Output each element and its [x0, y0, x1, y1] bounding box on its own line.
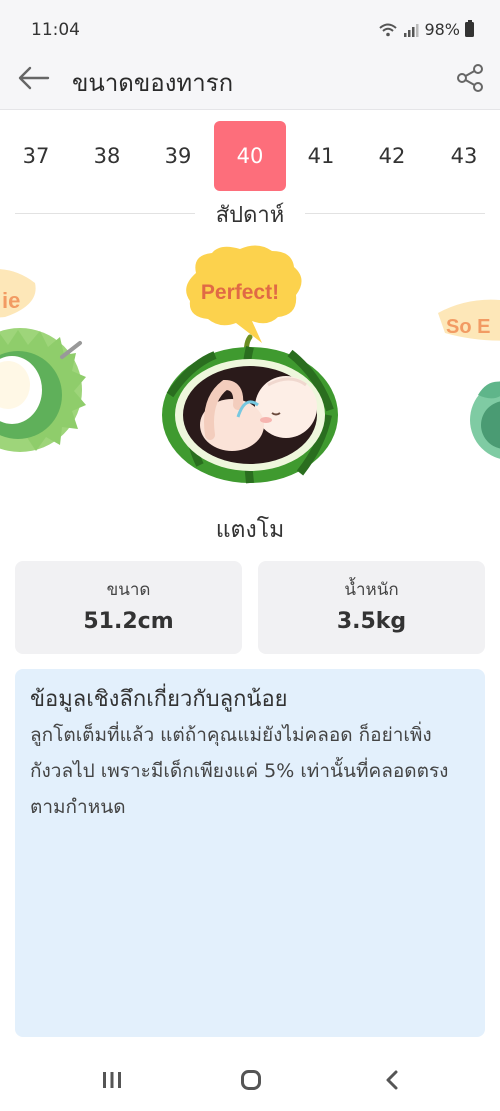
watermelon-baby-illustration [162, 334, 338, 484]
status-icons: 98% [378, 20, 474, 39]
back-button[interactable] [16, 62, 52, 94]
home-icon [241, 1070, 261, 1090]
battery-icon [465, 20, 474, 37]
week-item-41[interactable]: 41 [285, 121, 357, 191]
size-label: ขนาด [106, 580, 151, 600]
size-value: 51.2cm [83, 609, 174, 634]
fruit-name: แตงโม [215, 517, 285, 543]
week-item-38[interactable]: 38 [71, 121, 143, 191]
insight-title: ข้อมูลเชิงลึกเกี่ยวกับลูกน้อย [30, 687, 288, 712]
back-icon [386, 1070, 398, 1090]
recent-apps-icon [103, 1072, 121, 1088]
bubble-text: Perfect! [201, 281, 279, 304]
weight-value: 3.5kg [336, 609, 407, 634]
left-bubble-text: ie [2, 288, 20, 313]
battery-percent: 98% [424, 20, 460, 39]
wifi-icon [379, 23, 398, 36]
weight-card: น้ำหนัก 3.5kg [258, 561, 485, 654]
week-item-37[interactable]: 37 [0, 121, 72, 191]
week-item-42[interactable]: 42 [356, 121, 428, 191]
next-fruit[interactable]: So E [438, 299, 500, 460]
size-card: ขนาด 51.2cm [15, 561, 242, 654]
page-title: ขนาดของทารก [72, 69, 234, 97]
home-button[interactable] [231, 1066, 271, 1094]
back-arrow-icon [18, 66, 50, 90]
status-time: 11:04 [31, 20, 80, 40]
prev-fruit-durian[interactable]: ie [0, 269, 86, 452]
week-unit-label: สัปดาห์ [215, 203, 285, 228]
baby-insight-card: ข้อมูลเชิงลึกเกี่ยวกับลูกน้อย ลูกโตเต็มท… [15, 669, 485, 1037]
weight-label: น้ำหนัก [344, 580, 399, 600]
share-button[interactable] [454, 62, 486, 94]
app-header: ขนาดของทารก [0, 48, 500, 110]
recent-apps-button[interactable] [92, 1066, 132, 1094]
perfect-speech-bubble: Perfect! [186, 245, 302, 343]
nav-back-button[interactable] [372, 1066, 412, 1094]
right-bubble-text: So E [446, 316, 490, 338]
week-item-43[interactable]: 43 [428, 121, 500, 191]
week-item-40-selected[interactable]: 40 [214, 121, 286, 191]
fruit-carousel[interactable]: ie So E Perfect! [0, 245, 500, 505]
insight-body: ลูกโตเต็มที่แล้ว แต่ถ้าคุณแม่ยังไม่คลอด … [30, 724, 449, 818]
carousel-art: ie So E Perfect! [0, 245, 500, 484]
share-icon [457, 64, 483, 92]
week-selector: 37 38 39 40 41 42 43 [0, 121, 500, 193]
system-nav-bar [0, 1048, 500, 1111]
week-item-39[interactable]: 39 [142, 121, 214, 191]
signal-icon [404, 23, 419, 37]
